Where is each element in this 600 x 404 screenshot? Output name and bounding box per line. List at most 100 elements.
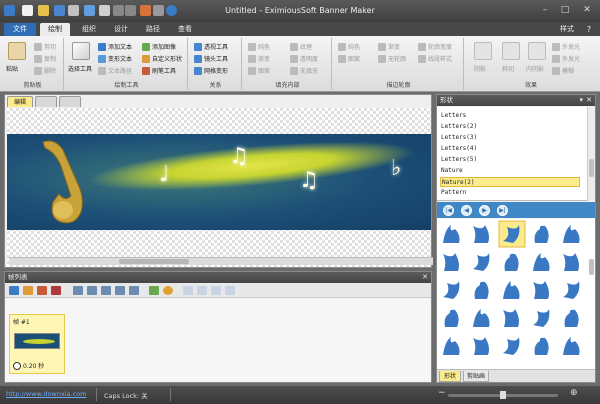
delete-frame-icon[interactable] [51, 286, 61, 295]
outline-gradient-button[interactable]: 渐变 [378, 42, 400, 51]
flame-shape-icon[interactable] [533, 281, 549, 299]
custom-shape-button[interactable]: 自定义形状 [142, 54, 182, 63]
tab-doc-2[interactable] [35, 96, 57, 107]
zoom-in-icon[interactable]: ⊕ [570, 388, 578, 398]
shape-category-list[interactable]: Letters Letters(2) Letters(3) Letters(4)… [437, 107, 595, 201]
paste-button[interactable]: 粘贴 [6, 64, 18, 73]
perspective-tool-button[interactable]: 透视工具 [194, 42, 228, 51]
panel-close-icon[interactable]: ✕ [586, 96, 592, 104]
flame-shape-icon[interactable] [563, 281, 580, 299]
move-prev-icon[interactable] [87, 286, 97, 295]
flame-shape-icon[interactable] [473, 225, 489, 243]
glow-button[interactable]: 外发光 [552, 54, 580, 63]
flame-shape-icon[interactable] [474, 281, 489, 299]
shape-gallery[interactable] [437, 219, 595, 369]
blur-button[interactable]: 模糊 [552, 66, 574, 75]
close-icon[interactable]: ✕ [578, 4, 596, 17]
inner-shadow-button[interactable]: 内阴影 [526, 64, 544, 73]
list-item[interactable]: Nature [440, 166, 580, 176]
add-frame-icon[interactable] [9, 286, 19, 295]
flame-shape-icon[interactable] [473, 309, 490, 327]
flame-shape-icon[interactable] [444, 309, 459, 327]
list-item[interactable]: Pattern [440, 188, 580, 198]
flame-shape-icon[interactable] [473, 337, 489, 355]
nav-last-icon[interactable] [225, 286, 235, 295]
list-item-selected[interactable]: Nature(2) [440, 177, 580, 187]
help-icon-small[interactable]: ? [582, 23, 596, 36]
status-link[interactable]: http://www.downxia.com [6, 390, 86, 398]
text-path-button[interactable]: 文本路径 [98, 66, 132, 75]
line-style-button[interactable]: 线段样式 [418, 54, 452, 63]
tab-design[interactable]: 设计 [106, 23, 136, 36]
gallery-scroll-thumb[interactable] [589, 259, 594, 275]
add-text-button[interactable]: 添加文本 [98, 42, 132, 51]
no-outline-button[interactable]: 无轮廓 [378, 54, 406, 63]
banner-image[interactable]: ♩ ♫ ♫ ♭ [7, 131, 431, 230]
horizontal-scrollbar[interactable] [9, 257, 433, 265]
list-item[interactable]: Letters(3) [440, 133, 580, 143]
maximize-icon[interactable]: □ [556, 4, 574, 17]
fill-pattern-button[interactable]: 图案 [248, 66, 270, 75]
tab-view[interactable]: 查看 [170, 23, 200, 36]
flame-shape-icon[interactable] [443, 253, 459, 271]
next-page-icon[interactable]: ▶ [479, 205, 490, 216]
list-scrollbar[interactable] [587, 107, 595, 201]
timer-icon[interactable] [163, 286, 173, 295]
duplicate-frame-icon[interactable] [37, 286, 47, 295]
flame-shape-icon[interactable] [534, 225, 549, 243]
nav-prev-icon[interactable] [197, 286, 207, 295]
prev-page-icon[interactable]: ◀ [461, 205, 472, 216]
fill-gradient-button[interactable]: 渐变 [248, 54, 270, 63]
deform-text-button[interactable]: 变形文本 [98, 54, 132, 63]
select-tool-button[interactable]: 选择工具 [68, 64, 92, 73]
zoom-out-icon[interactable]: − [438, 388, 446, 398]
flame-shape-icon[interactable] [504, 253, 519, 271]
play-icon[interactable] [149, 286, 159, 295]
design-canvas[interactable]: ♩ ♫ ♫ ♭ [7, 108, 433, 267]
flame-shape-icon[interactable] [563, 225, 580, 243]
bevel-button[interactable]: 斜切 [502, 64, 514, 73]
move-next-icon[interactable] [101, 286, 111, 295]
flame-shape-icon[interactable] [443, 225, 460, 243]
list-item[interactable]: Letters(2) [440, 122, 580, 132]
flame-shape-icon[interactable] [533, 309, 550, 327]
tab-shapes[interactable]: 形状 [439, 371, 461, 382]
reorder-icon[interactable] [129, 286, 139, 295]
flame-shape-icon[interactable] [443, 281, 460, 299]
style-menu[interactable]: 样式 [556, 23, 578, 36]
nav-first-icon[interactable] [183, 286, 193, 295]
tab-editor[interactable]: 编辑 [7, 96, 33, 107]
tab-path[interactable]: 路径 [138, 23, 168, 36]
last-page-icon[interactable]: ▶| [497, 205, 508, 216]
line-width-button[interactable]: 轮廓宽度 [418, 42, 452, 51]
list-item[interactable]: Letters(5) [440, 155, 580, 165]
panel-close-icon[interactable]: ✕ [422, 273, 428, 281]
list-item[interactable]: Letters [440, 111, 580, 121]
flame-shape-icon[interactable] [503, 281, 520, 299]
fill-transparency-button[interactable]: 透明度 [290, 54, 318, 63]
first-page-icon[interactable]: |◀ [443, 205, 454, 216]
zoom-thumb[interactable] [500, 391, 506, 399]
flame-shape-icon[interactable] [534, 337, 549, 355]
tab-draw[interactable]: 绘制 [40, 23, 70, 36]
add-image-button[interactable]: 添加图像 [142, 42, 176, 51]
scroll-thumb[interactable] [119, 259, 189, 264]
scroll-thumb[interactable] [589, 159, 594, 177]
fill-color-button[interactable]: 纯色 [248, 42, 270, 51]
tab-organize[interactable]: 组织 [74, 23, 104, 36]
tab-file[interactable]: 文件 [4, 23, 36, 36]
frame-duration[interactable]: 0.20 秒 [13, 361, 44, 370]
panel-dropdown-icon[interactable]: ▾ [579, 96, 583, 104]
flame-shape-icon[interactable] [563, 337, 580, 355]
fill-texture-button[interactable]: 纹理 [290, 42, 312, 51]
flame-shape-icon[interactable] [564, 309, 579, 327]
minimize-icon[interactable]: – [536, 4, 554, 17]
brush-tool-button[interactable]: 刷笔工具 [142, 66, 176, 75]
flame-shape-icon[interactable] [533, 253, 550, 271]
copy-button[interactable]: 复制 [34, 54, 56, 63]
tab-clipart[interactable]: 剪贴画 [463, 371, 489, 382]
outline-color-button[interactable]: 纯色 [338, 42, 360, 51]
nav-next-icon[interactable] [211, 286, 221, 295]
outer-glow-button[interactable]: 外发光 [552, 42, 580, 51]
flame-shape-icon[interactable] [563, 253, 579, 271]
